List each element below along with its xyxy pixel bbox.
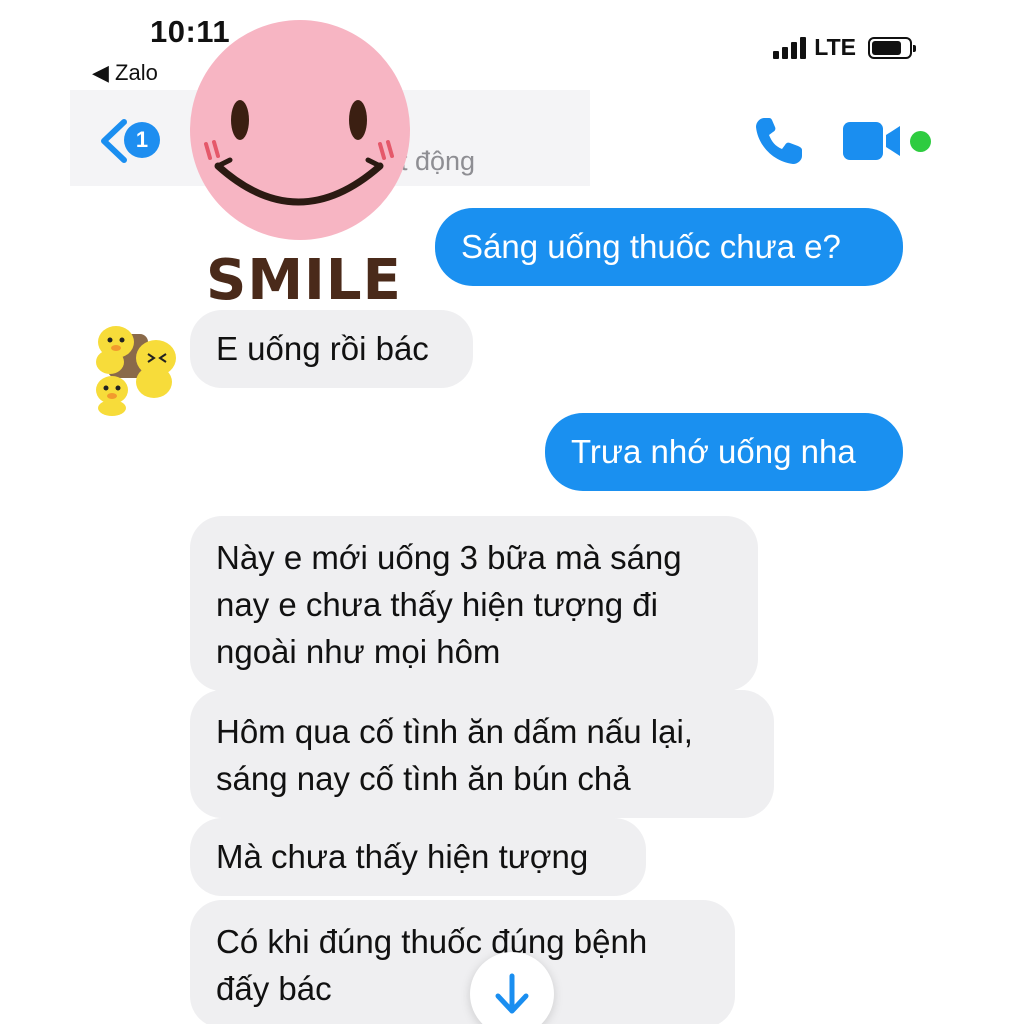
message-bubble-incoming[interactable]: Này e mới uống 3 bữa mà sáng nay e chưa … [190, 516, 758, 691]
message-bubble-incoming[interactable]: Hôm qua cố tình ăn dấm nấu lại, sáng nay… [190, 690, 774, 818]
sticker-caption: SMILE [206, 248, 402, 313]
message-bubble-outgoing[interactable]: Trưa nhớ uống nha [545, 413, 903, 491]
phone-icon[interactable] [752, 114, 806, 168]
message-bubble-incoming[interactable]: Mà chưa thấy hiện tượng [190, 818, 646, 896]
signal-icon [773, 36, 807, 59]
duck-avatar-icon[interactable] [90, 318, 182, 416]
online-indicator [910, 131, 931, 152]
back-to-app-link[interactable]: ◀ Zalo [92, 60, 158, 86]
network-label: LTE [814, 34, 856, 60]
message-bubble-outgoing[interactable]: Sáng uống thuốc chưa e? [435, 208, 903, 286]
chat-screen: 10:11 ◀ Zalo LTE 1 t động SMILE Sáng uốn… [0, 0, 1024, 1024]
video-camera-icon[interactable] [842, 120, 904, 162]
battery-icon [868, 36, 916, 59]
message-bubble-incoming[interactable]: E uống rồi bác [190, 310, 473, 388]
smiley-sticker-icon [190, 20, 410, 240]
unread-badge[interactable]: 1 [124, 122, 160, 158]
message-bubble-incoming[interactable]: Có khi đúng thuốc đúng bệnh đấy bác [190, 900, 735, 1024]
status-indicators: LTE [773, 34, 916, 61]
arrow-down-icon [495, 973, 529, 1014]
